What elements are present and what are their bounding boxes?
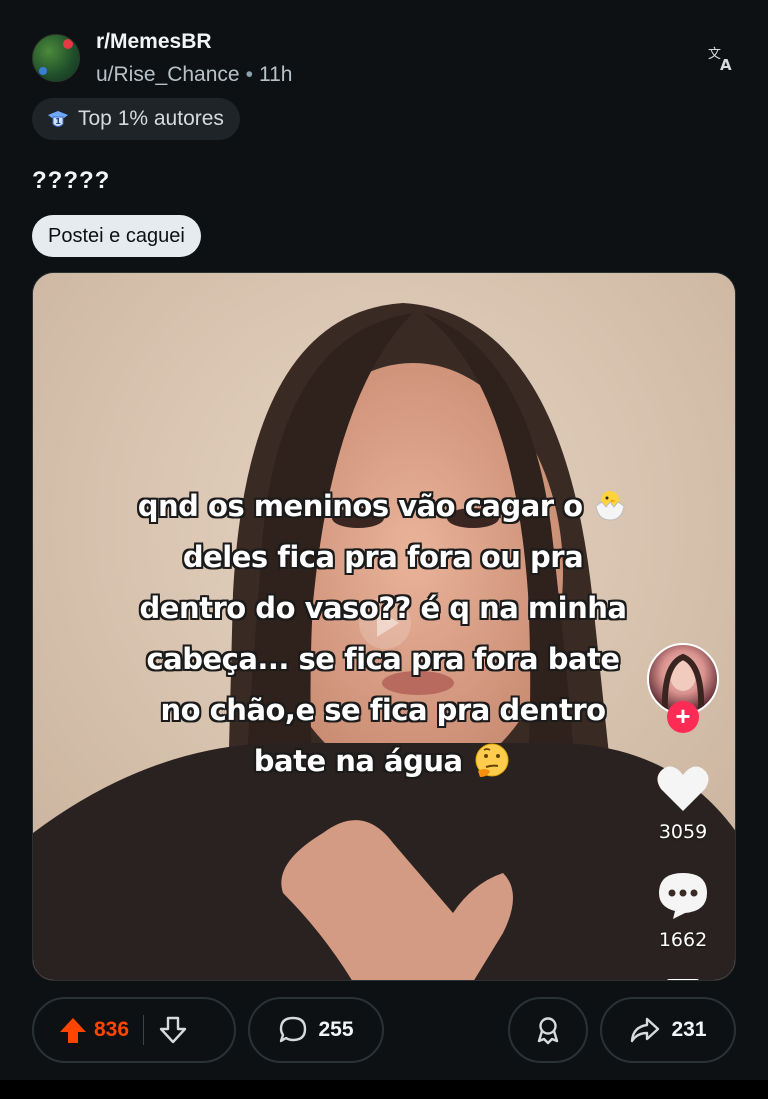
top-author-badge-icon: 1	[48, 111, 68, 127]
hatching-chick-emoji	[592, 487, 628, 521]
bottom-edge	[0, 1080, 768, 1099]
caption-line-1: qnd os meninos vão cagar o	[123, 481, 643, 532]
vote-divider	[143, 1015, 145, 1045]
like-count: 3059	[658, 821, 708, 843]
caption-line-4: cabeça... se fica pra fora bate	[146, 642, 620, 676]
video-caption: qnd os meninos vão cagar o deles fica pr…	[123, 481, 643, 787]
svg-text:1: 1	[55, 117, 61, 126]
caption-line-5: no chão,e se fica pra dentro	[160, 693, 606, 727]
upvote-arrow-icon[interactable]	[58, 1015, 88, 1045]
post-age: 11h	[258, 63, 293, 86]
comment-count: 255	[318, 1018, 354, 1041]
post-flair[interactable]: Postei e caguei	[32, 215, 201, 257]
author-name[interactable]: u/Rise_Chance	[96, 63, 240, 86]
caption-line-2: deles fica pra fora ou pra	[182, 540, 584, 574]
tiktok-share-icon[interactable]	[667, 979, 699, 980]
share-count: 231	[671, 1018, 707, 1041]
author-badge[interactable]: 1 Top 1% autores	[32, 98, 240, 140]
post-media-video[interactable]: qnd os meninos vão cagar o deles fica pr…	[32, 272, 736, 981]
post-meta: u/Rise_Chance • 11h	[96, 63, 292, 87]
author-badge-label: Top 1% autores	[78, 107, 224, 130]
downvote-arrow-icon[interactable]	[158, 1015, 188, 1045]
tiktok-comment-icon[interactable]	[655, 869, 711, 921]
subreddit-name[interactable]: r/MemesBR	[96, 30, 212, 54]
meta-separator: •	[245, 63, 253, 86]
post-action-bar: 836 255 231	[32, 997, 736, 1063]
award-button[interactable]	[508, 997, 588, 1063]
share-arrow-icon	[631, 1017, 660, 1043]
award-icon	[537, 1017, 559, 1045]
svg-text:A: A	[720, 56, 732, 74]
vote-control: 836	[32, 997, 236, 1063]
post-header: r/MemesBR u/Rise_Chance • 11h 文 A	[32, 30, 738, 90]
vote-count: 836	[94, 1018, 130, 1041]
follow-plus-button[interactable]: +	[667, 701, 699, 733]
thinking-face-emoji	[472, 741, 512, 781]
comments-button[interactable]: 255	[248, 997, 384, 1063]
caption-line-3: dentro do vaso?? é q na minha	[139, 591, 627, 625]
share-button[interactable]: 231	[600, 997, 736, 1063]
caption-line-6: bate na água	[123, 736, 643, 787]
comment-bubble-icon	[280, 1016, 307, 1043]
avatar-decoration	[39, 67, 47, 75]
avatar-decoration	[63, 39, 73, 49]
heart-icon[interactable]	[655, 763, 711, 815]
tiktok-comment-count: 1662	[658, 929, 708, 951]
translate-icon[interactable]: 文 A	[706, 44, 736, 74]
post-title[interactable]: ?????	[32, 167, 110, 195]
subreddit-avatar[interactable]	[32, 34, 80, 82]
